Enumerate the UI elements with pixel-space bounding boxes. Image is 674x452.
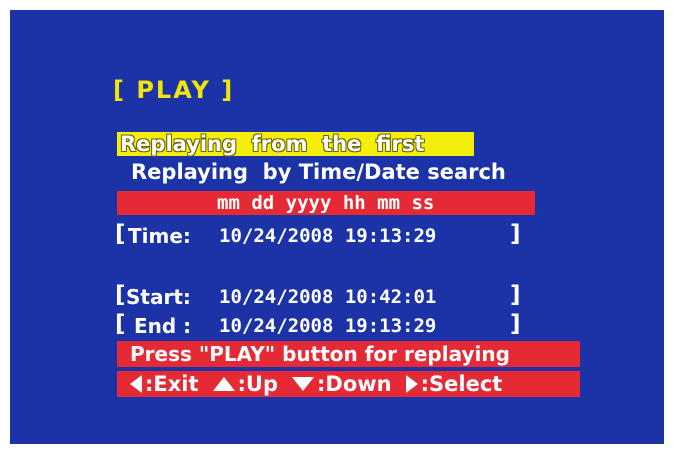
end-value: 10/24/2008 19:13:29 xyxy=(219,315,437,337)
nav-exit-label: :Exit xyxy=(145,372,199,396)
nav-up[interactable]: :Up xyxy=(212,372,279,396)
nav-select-label: :Select xyxy=(420,372,503,396)
start-close-bracket: ] xyxy=(510,282,521,308)
option-replay-first[interactable]: Replaying from the first xyxy=(120,134,424,155)
arrow-right-icon xyxy=(405,375,418,393)
time-close-bracket: ] xyxy=(510,221,521,247)
nav-select[interactable]: :Select xyxy=(405,372,503,396)
start-open-bracket: [ xyxy=(115,282,126,308)
osd-screen: [ PLAY ] Replaying from the first Replay… xyxy=(10,10,664,444)
end-open-bracket: [ xyxy=(115,311,126,337)
arrow-up-icon xyxy=(212,377,235,391)
menu-title: [ PLAY ] xyxy=(113,76,235,104)
nav-down-label: :Down xyxy=(317,372,392,396)
nav-exit[interactable]: :Exit xyxy=(130,372,199,396)
arrow-down-icon xyxy=(292,377,315,391)
time-open-bracket: [ xyxy=(115,221,126,247)
date-format-header: mm dd yyyy hh mm ss xyxy=(217,192,435,214)
option-replay-by-time[interactable]: Replaying by Time/Date search xyxy=(131,162,506,183)
arrow-left-icon xyxy=(130,375,142,393)
nav-up-label: :Up xyxy=(237,372,279,396)
end-label: End : xyxy=(134,314,192,338)
nav-down[interactable]: :Down xyxy=(292,372,392,396)
time-label: Time: xyxy=(128,224,191,248)
start-label: Start: xyxy=(126,285,191,309)
start-value: 10/24/2008 10:42:01 xyxy=(219,286,437,308)
nav-hints: :Exit :Up :Down :Select xyxy=(130,372,502,396)
end-close-bracket: ] xyxy=(510,311,521,337)
instruction-text: Press "PLAY" button for replaying xyxy=(130,342,510,366)
time-value[interactable]: 10/24/2008 19:13:29 xyxy=(219,227,436,246)
monitor-frame: [ PLAY ] Replaying from the first Replay… xyxy=(0,0,674,452)
